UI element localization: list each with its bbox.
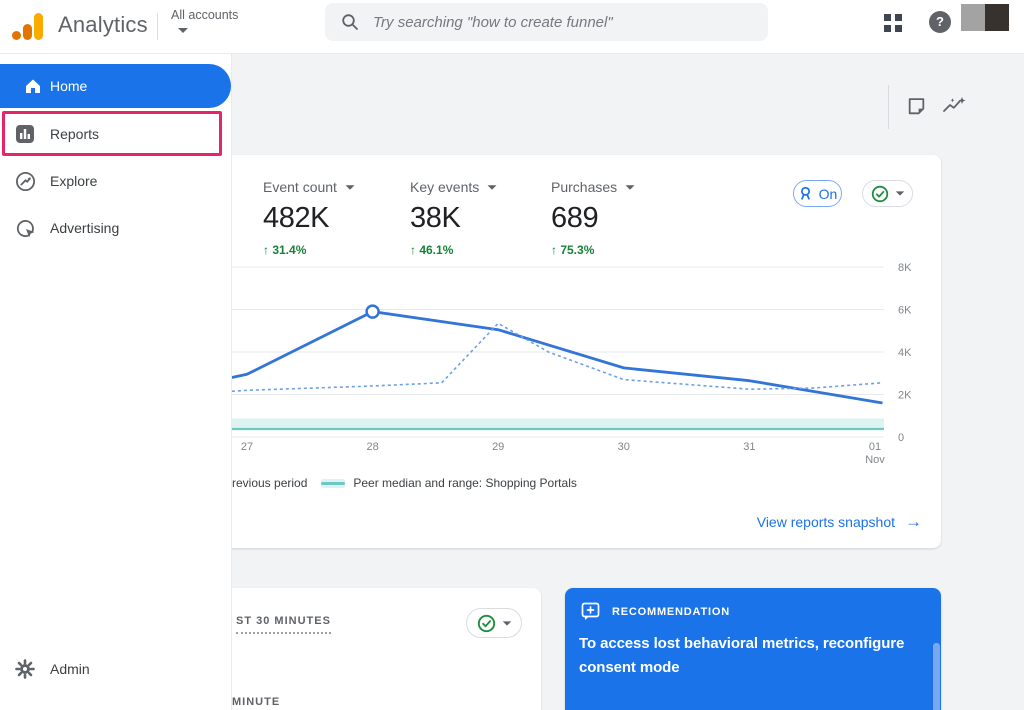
svg-text:29: 29: [492, 441, 504, 453]
metric-value: 38K: [410, 202, 550, 235]
check-circle-icon: [477, 614, 496, 633]
metric-delta: ↑ 31.4%: [263, 243, 403, 257]
search-bar[interactable]: [325, 3, 768, 41]
avatar-block-right: [985, 4, 1009, 31]
peer-median-legend-marker: [321, 479, 345, 488]
on-pill-label: On: [819, 186, 838, 202]
chevron-down-icon: [488, 185, 497, 190]
advertising-icon: [14, 217, 36, 239]
recommendation-icon: [580, 601, 601, 622]
apps-grid-icon[interactable]: [884, 14, 902, 32]
sidebar-item-reports[interactable]: Reports: [0, 112, 231, 156]
trend-chart: 8K 6K 4K 2K 0 27 28 29 30 31 01Nov: [232, 258, 932, 470]
search-icon: [341, 13, 359, 31]
recommendation-scrollbar[interactable]: [933, 643, 940, 710]
sidebar: Home Reports Explore: [0, 54, 232, 710]
sidebar-item-advertising[interactable]: Advertising: [0, 206, 231, 250]
metric-value: 689: [551, 202, 691, 235]
data-quality-pill[interactable]: [862, 180, 913, 207]
metric-selector-key-events[interactable]: Key events: [410, 179, 550, 195]
insights-icon[interactable]: [942, 96, 967, 121]
metric-key-events: Key events 38K ↑ 46.1%: [410, 179, 550, 257]
toolbar-divider: [888, 85, 889, 129]
recommendation-text: To access lost behavioral metrics, recon…: [579, 632, 937, 680]
metric-selector-purchases[interactable]: Purchases: [551, 179, 691, 195]
svg-text:31: 31: [743, 441, 755, 453]
svg-text:01: 01: [869, 441, 881, 453]
main-content: Event count 482K ↑ 31.4% Key events 38K …: [232, 54, 1024, 710]
svg-text:8K: 8K: [898, 262, 912, 274]
account-selector-label: All accounts: [171, 8, 238, 22]
chevron-down-icon: [502, 621, 511, 625]
benchmarking-on-pill[interactable]: On: [793, 180, 842, 207]
realtime-footer-label: MINUTE: [232, 696, 280, 708]
recommendation-tag: RECOMMENDATION: [612, 606, 730, 618]
svg-text:4K: 4K: [898, 347, 912, 359]
ga-home-page: Analytics All accounts ? Ho: [0, 0, 1024, 710]
account-selector[interactable]: All accounts: [171, 6, 238, 24]
metric-selector-event-count[interactable]: Event count: [263, 179, 403, 195]
svg-text:2K: 2K: [898, 390, 912, 402]
help-icon[interactable]: ?: [929, 11, 951, 33]
avatar-block-left: [961, 4, 985, 31]
app-header: Analytics All accounts ?: [0, 0, 1024, 54]
metric-delta: ↑ 46.1%: [410, 243, 550, 257]
svg-text:28: 28: [366, 441, 378, 453]
overview-card: Event count 482K ↑ 31.4% Key events 38K …: [232, 155, 941, 548]
chevron-down-icon: [178, 28, 188, 33]
sidebar-item-explore[interactable]: Explore: [0, 159, 231, 203]
reports-icon: [14, 123, 36, 145]
chart-legend: revious period Peer median and range: Sh…: [232, 476, 577, 490]
home-icon: [22, 75, 44, 97]
realtime-data-quality-pill[interactable]: [466, 608, 522, 638]
chevron-down-icon: [626, 185, 635, 190]
chevron-down-icon: [895, 191, 904, 195]
header-divider: [157, 13, 158, 40]
notes-icon[interactable]: [906, 96, 927, 122]
explore-icon: [14, 170, 36, 192]
legend-previous-period: revious period: [232, 476, 307, 490]
metric-event-count: Event count 482K ↑ 31.4%: [263, 179, 403, 257]
arrow-right-icon: →: [905, 512, 922, 532]
svg-text:0: 0: [898, 432, 904, 444]
legend-peer-median: Peer median and range: Shopping Portals: [353, 476, 576, 490]
check-circle-icon: [871, 185, 889, 203]
view-reports-snapshot-link[interactable]: View reports snapshot →: [757, 512, 922, 532]
chevron-down-icon: [345, 185, 354, 190]
metric-value: 482K: [263, 202, 403, 235]
metric-purchases: Purchases 689 ↑ 75.3%: [551, 179, 691, 257]
realtime-header: ST 30 MINUTES: [236, 615, 331, 634]
svg-text:30: 30: [618, 441, 630, 453]
sidebar-item-admin[interactable]: Admin: [0, 647, 231, 691]
recommendation-card[interactable]: RECOMMENDATION To access lost behavioral…: [565, 588, 941, 710]
realtime-card: ST 30 MINUTES MINUTE: [232, 588, 541, 710]
svg-text:Nov: Nov: [865, 454, 885, 466]
search-input[interactable]: [371, 13, 751, 32]
product-title: Analytics: [58, 12, 148, 38]
svg-text:6K: 6K: [898, 305, 912, 317]
sidebar-item-home[interactable]: Home: [0, 64, 231, 108]
avatar[interactable]: [961, 4, 1009, 31]
svg-text:27: 27: [241, 441, 253, 453]
gear-icon: [14, 658, 36, 680]
google-analytics-logo-icon: [12, 11, 46, 42]
metric-delta: ↑ 75.3%: [551, 243, 691, 257]
medal-icon: [798, 186, 813, 201]
